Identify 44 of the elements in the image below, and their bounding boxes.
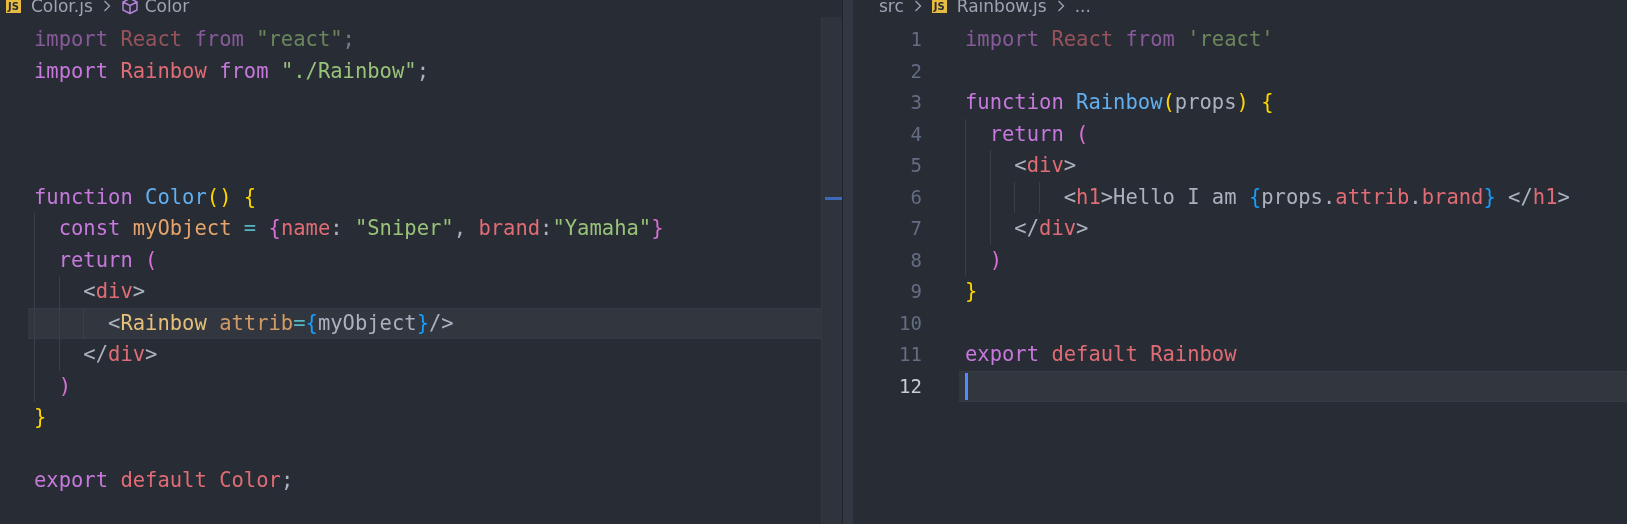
line-number: 12 <box>898 373 922 399</box>
line-number: 7 <box>909 216 922 241</box>
javascript-file-icon: JS <box>6 0 21 13</box>
line-number: 4 <box>909 121 922 147</box>
breadcrumb-more[interactable]: ... <box>1074 0 1091 17</box>
code-line: import React from 'react' <box>965 26 1274 53</box>
line-number: 2 <box>909 58 922 84</box>
line-number: 3 <box>909 90 922 115</box>
code-line: } <box>965 278 978 305</box>
breadcrumb-file[interactable]: Color.js <box>30 0 93 17</box>
line-number: 6 <box>909 184 922 210</box>
code-line: import Rainbow from "./Rainbow"; <box>34 57 429 85</box>
breadcrumb-folder[interactable]: src <box>879 0 904 17</box>
code-line: ) <box>988 246 1003 274</box>
breadcrumb-symbol[interactable]: Color <box>144 0 190 17</box>
breadcrumb-file[interactable]: Rainbow.js <box>956 0 1047 17</box>
code-line: <div> <box>82 278 146 305</box>
chevron-right-icon <box>102 0 111 12</box>
code-line: function Color() { <box>34 183 257 211</box>
line-number: 9 <box>909 279 922 304</box>
code-line: ) <box>57 372 72 400</box>
javascript-file-icon: JS <box>931 0 947 13</box>
line-number: 8 <box>909 247 922 273</box>
code-line: return ( <box>988 120 1089 148</box>
code-line: export default Rainbow <box>965 341 1237 368</box>
code-line: const myObject = {name: "Sniper", brand:"Yamaha"} <box>57 215 664 242</box>
scrollbar[interactable] <box>821 17 843 524</box>
line-number: 11 <box>898 342 922 367</box>
code-line: export default Color; <box>34 467 294 494</box>
code-line: </div> <box>1013 215 1089 242</box>
code-line: return ( <box>57 246 158 274</box>
line-number: 5 <box>909 153 922 178</box>
line-number: 10 <box>898 310 922 336</box>
code-line: </div> <box>82 341 158 368</box>
code-line: } <box>34 404 47 431</box>
code-line: <div> <box>1013 152 1077 179</box>
cube-icon <box>120 0 139 15</box>
code-line: function Rainbow(props) { <box>965 89 1274 116</box>
code-line: <h1>Hello I am {props.attrib.brand} </h1> <box>1062 183 1570 211</box>
chevron-right-icon <box>913 0 922 12</box>
code-line: import React from "react"; <box>34 26 355 53</box>
line-number: 1 <box>909 27 922 52</box>
code-line: <Rainbow attrib={myObject}/> <box>107 309 454 337</box>
chevron-right-icon <box>1056 0 1065 12</box>
